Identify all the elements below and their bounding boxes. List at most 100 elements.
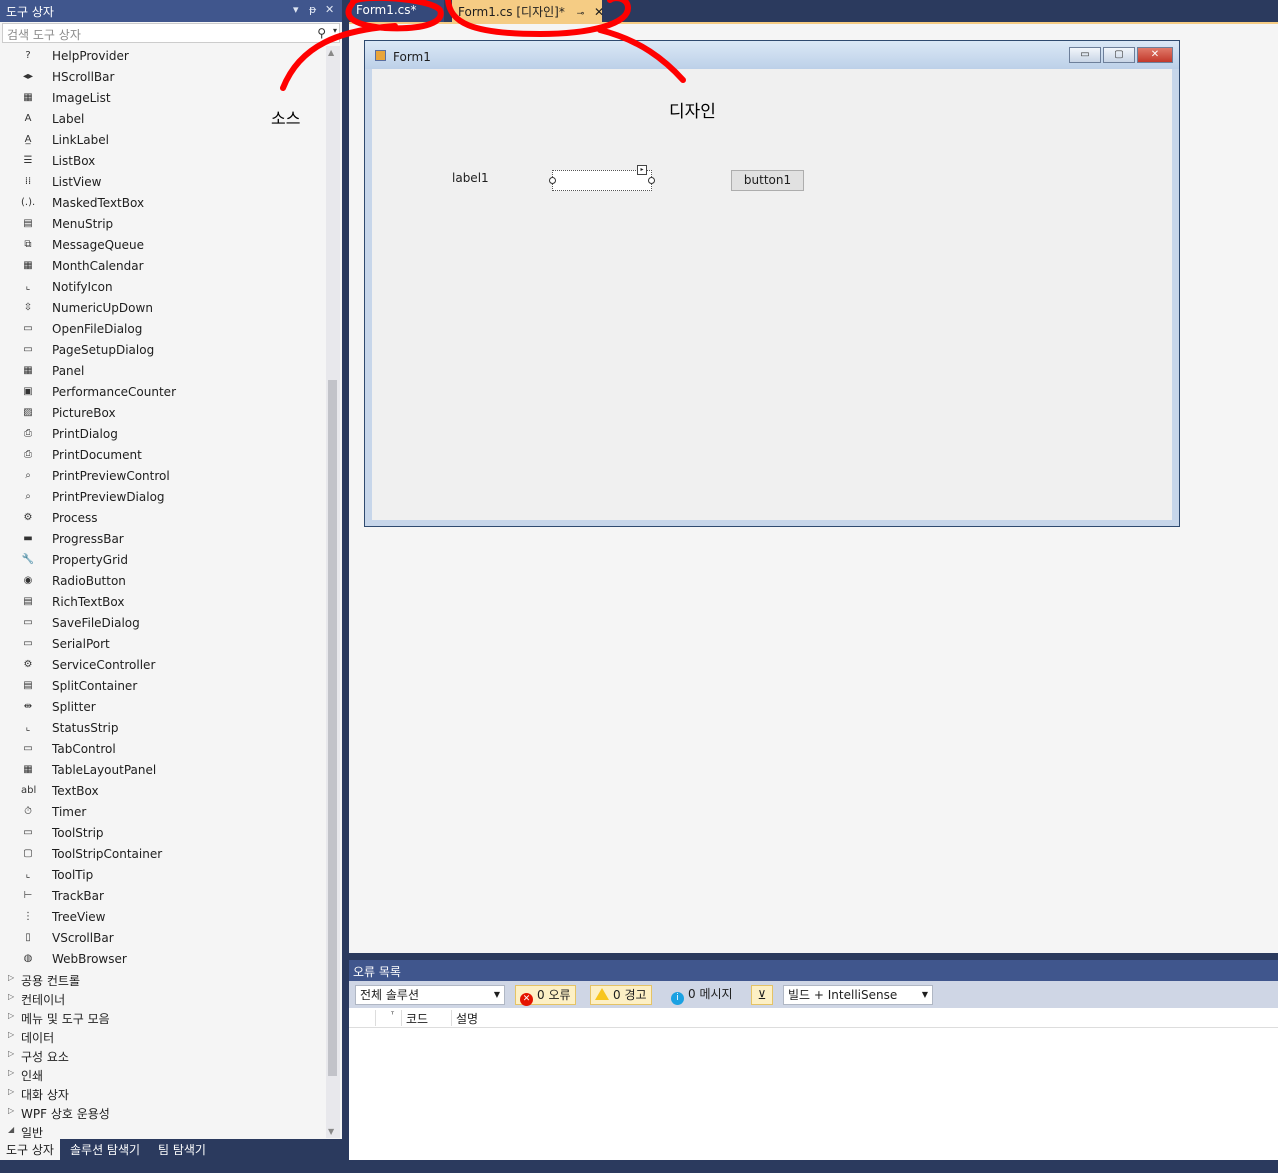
toolbox-item-timer[interactable]: ⏱ Timer	[0, 802, 326, 823]
tab-source[interactable]: Form1.cs*	[350, 0, 444, 22]
search-icon[interactable]: ⚲	[317, 26, 326, 40]
toolbox-item-monthcalendar[interactable]: ▦ MonthCalendar	[0, 256, 326, 277]
collapsed-arrow-icon[interactable]: ▷	[8, 1068, 14, 1077]
scroll-up-icon[interactable]: ▲	[328, 48, 334, 57]
warnings-filter-button[interactable]: 0 경고	[590, 985, 652, 1005]
toolbox-item-treeview[interactable]: ⋮ TreeView	[0, 907, 326, 928]
toolbox-item-numericupdown[interactable]: ⇳ NumericUpDown	[0, 298, 326, 319]
toolbox-item-printpreviewcontrol[interactable]: ⌕ PrintPreviewControl	[0, 466, 326, 487]
toolbox-group[interactable]: ▷ 컨테이너	[0, 989, 326, 1008]
toolbox-item-maskedtextbox[interactable]: (.). MaskedTextBox	[0, 193, 326, 214]
column-code[interactable]: 코드	[406, 1010, 428, 1027]
toolbox-group[interactable]: ▷ 데이터	[0, 1027, 326, 1046]
toolbox-item-printpreviewdialog[interactable]: ⌕ PrintPreviewDialog	[0, 487, 326, 508]
maximize-icon[interactable]: ▢	[1103, 47, 1135, 63]
toolbox-item-servicecontroller[interactable]: ⚙ ServiceController	[0, 655, 326, 676]
form-client-area[interactable]: label1 ▸ button1	[372, 69, 1172, 520]
toolbox-item-performancecounter[interactable]: ▣ PerformanceCounter	[0, 382, 326, 403]
toolbox-item-openfiledialog[interactable]: ▭ OpenFileDialog	[0, 319, 326, 340]
toolbox-scrollbar[interactable]: ▲ ▼	[326, 46, 340, 1138]
textbox-icon: abl	[21, 785, 37, 796]
toolbox-item-splitcontainer[interactable]: ▤ SplitContainer	[0, 676, 326, 697]
toolbox-item-hscrollbar[interactable]: ◂▸ HScrollBar	[0, 67, 326, 88]
resize-handle-left[interactable]	[549, 177, 556, 184]
toolbox-item-listview[interactable]: ⁞⁞ ListView	[0, 172, 326, 193]
textbox1[interactable]: ▸	[549, 165, 655, 191]
toolbox-item-radiobutton[interactable]: ◉ RadioButton	[0, 571, 326, 592]
toolbox-item-pagesetupdialog[interactable]: ▭ PageSetupDialog	[0, 340, 326, 361]
collapsed-arrow-icon[interactable]: ▷	[8, 973, 14, 982]
toolbox-item-propertygrid[interactable]: 🔧 PropertyGrid	[0, 550, 326, 571]
toolbox-item-notifyicon[interactable]: ⌞ NotifyIcon	[0, 277, 326, 298]
toolbox-item-savefiledialog[interactable]: ▭ SaveFileDialog	[0, 613, 326, 634]
build-filter-dropdown[interactable]: 빌드 + IntelliSense ▼	[783, 985, 933, 1005]
toolbox-item-label: MenuStrip	[52, 217, 114, 231]
scroll-down-icon[interactable]: ▼	[328, 1127, 334, 1136]
toolbox-item-statusstrip[interactable]: ⌞ StatusStrip	[0, 718, 326, 739]
tab-toolbox[interactable]: 도구 상자	[0, 1139, 60, 1160]
scope-dropdown[interactable]: 전체 솔루션 ▼	[355, 985, 505, 1005]
collapsed-arrow-icon[interactable]: ▷	[8, 992, 14, 1001]
toolbox-item-messagequeue[interactable]: ⧉ MessageQueue	[0, 235, 326, 256]
toolbox-item-tooltip[interactable]: ⌞ ToolTip	[0, 865, 326, 886]
messages-filter-button[interactable]: i 0 메시지	[667, 985, 737, 1005]
tab-solution-explorer[interactable]: 솔루션 탐색기	[64, 1139, 146, 1160]
collapsed-arrow-icon[interactable]: ▷	[8, 1049, 14, 1058]
resize-handle-right[interactable]	[648, 177, 655, 184]
close-icon[interactable]: ✕	[594, 5, 604, 19]
toolbox-item-vscrollbar[interactable]: ▯ VScrollBar	[0, 928, 326, 949]
toolbox-item-panel[interactable]: ▦ Panel	[0, 361, 326, 382]
toolbox-group[interactable]: ▷ 메뉴 및 도구 모음	[0, 1008, 326, 1027]
toolbox-group[interactable]: ▷ 인쇄	[0, 1065, 326, 1084]
errors-filter-button[interactable]: ✕ 0 오류	[515, 985, 576, 1006]
search-dropdown-icon[interactable]: ▾	[333, 26, 337, 35]
toolbox-pin-icon[interactable]: ᵽ	[309, 3, 316, 16]
toolbox-search-input[interactable]: 검색 도구 상자 ⚲ ▾	[2, 23, 340, 43]
toolbox-item-menustrip[interactable]: ▤ MenuStrip	[0, 214, 326, 235]
design-surface[interactable]: Form1 ▭ ▢ ✕ label1 ▸ button1	[349, 22, 1278, 953]
toolbox-item-picturebox[interactable]: ▨ PictureBox	[0, 403, 326, 424]
toolbox-item-toolstrip[interactable]: ▭ ToolStrip	[0, 823, 326, 844]
toolbox-item-webbrowser[interactable]: ◍ WebBrowser	[0, 949, 326, 970]
toolbox-item-richtextbox[interactable]: ▤ RichTextBox	[0, 592, 326, 613]
toolbox-item-progressbar[interactable]: ▬ ProgressBar	[0, 529, 326, 550]
close-icon[interactable]: ✕	[1137, 47, 1173, 63]
scroll-thumb[interactable]	[328, 380, 337, 1076]
sort-icon[interactable]: ᵀ	[391, 1010, 394, 1019]
pin-icon[interactable]: ⊸	[577, 9, 585, 19]
collapsed-arrow-icon[interactable]: ▷	[8, 1087, 14, 1096]
toolbox-item-listbox[interactable]: ☰ ListBox	[0, 151, 326, 172]
collapsed-arrow-icon[interactable]: ▷	[8, 1106, 14, 1115]
toolbox-item-linklabel[interactable]: A̲ LinkLabel	[0, 130, 326, 151]
toolbox-panel: 도구 상자 ▾ ᵽ ✕ 검색 도구 상자 ⚲ ▾ ? HelpProvider ◂▸…	[0, 0, 342, 1160]
toolbox-item-process[interactable]: ⚙ Process	[0, 508, 326, 529]
toolbox-item-toolstripcontainer[interactable]: ▢ ToolStripContainer	[0, 844, 326, 865]
toolbox-item-splitter[interactable]: ⇹ Splitter	[0, 697, 326, 718]
expanded-arrow-icon[interactable]: ◢	[8, 1125, 14, 1134]
collapsed-arrow-icon[interactable]: ▷	[8, 1011, 14, 1020]
toolbox-item-tablelayoutpanel[interactable]: ▦ TableLayoutPanel	[0, 760, 326, 781]
toolbox-group[interactable]: ▷ 구성 요소	[0, 1046, 326, 1065]
column-description[interactable]: 설명	[456, 1010, 478, 1027]
toolbox-dropdown-icon[interactable]: ▾	[293, 3, 299, 16]
toolbox-item-textbox[interactable]: abl TextBox	[0, 781, 326, 802]
form-window[interactable]: Form1 ▭ ▢ ✕ label1 ▸ button1	[364, 40, 1180, 527]
toolbox-item-tabcontrol[interactable]: ▭ TabControl	[0, 739, 326, 760]
clear-filter-button[interactable]: ⊻	[751, 985, 773, 1005]
toolbox-item-trackbar[interactable]: ⊢ TrackBar	[0, 886, 326, 907]
toolbox-item-printdocument[interactable]: ⎙ PrintDocument	[0, 445, 326, 466]
minimize-icon[interactable]: ▭	[1069, 47, 1101, 63]
toolbox-item-helpprovider[interactable]: ? HelpProvider	[0, 46, 326, 67]
toolbox-group[interactable]: ▷ 공용 컨트롤	[0, 970, 326, 989]
collapsed-arrow-icon[interactable]: ▷	[8, 1030, 14, 1039]
toolbox-item-serialport[interactable]: ▭ SerialPort	[0, 634, 326, 655]
button1[interactable]: button1	[731, 170, 804, 191]
label1[interactable]: label1	[452, 171, 489, 185]
toolbox-close-icon[interactable]: ✕	[325, 3, 334, 16]
smart-tag-icon[interactable]: ▸	[637, 165, 647, 175]
tab-team-explorer[interactable]: 팀 탐색기	[152, 1139, 212, 1160]
toolbox-item-printdialog[interactable]: ⎙ PrintDialog	[0, 424, 326, 445]
toolbox-group[interactable]: ▷ 대화 상자	[0, 1084, 326, 1103]
toolbox-group[interactable]: ▷ WPF 상호 운용성	[0, 1103, 326, 1122]
tab-design[interactable]: Form1.cs [디자인]* ⊸ ✕	[452, 0, 604, 22]
